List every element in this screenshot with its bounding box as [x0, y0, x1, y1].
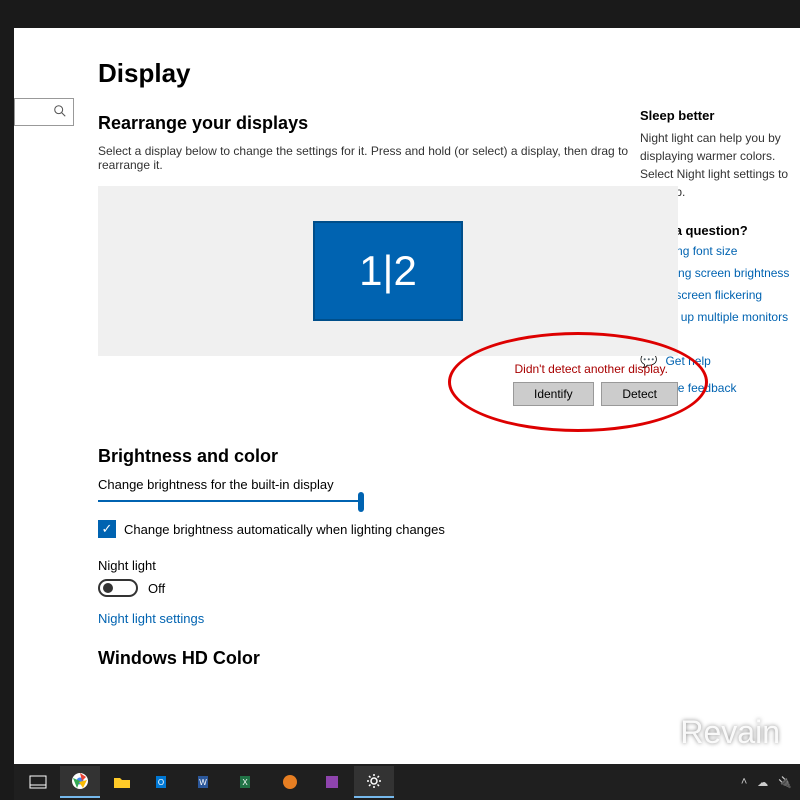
rearrange-heading: Rearrange your displays — [98, 113, 640, 134]
tray-cloud-icon[interactable]: ☁ — [757, 776, 768, 789]
search-input[interactable] — [14, 98, 74, 126]
brightness-slider[interactable] — [98, 500, 358, 502]
display-arrange-area[interactable]: 1|2 — [98, 186, 678, 356]
svg-text:X: X — [242, 778, 248, 787]
taskbar-app-2[interactable] — [312, 766, 352, 798]
brightness-heading: Brightness and color — [98, 446, 640, 467]
night-light-toggle[interactable] — [98, 579, 138, 597]
taskbar[interactable]: O W X ˄ ☁ 🔌 — [14, 764, 800, 800]
svg-text:W: W — [199, 778, 207, 787]
taskbar-app-1[interactable] — [270, 766, 310, 798]
brightness-label: Change brightness for the built-in displ… — [98, 477, 640, 492]
taskbar-settings[interactable] — [354, 766, 394, 798]
search-icon — [53, 104, 67, 118]
detect-error-message: Didn't detect another display. — [98, 362, 668, 376]
night-light-settings-link[interactable]: Night light settings — [98, 611, 640, 626]
taskbar-outlook[interactable]: O — [144, 766, 184, 798]
tray-power-icon[interactable]: 🔌 — [778, 776, 792, 789]
taskbar-word[interactable]: W — [186, 766, 226, 798]
page-title: Display — [98, 58, 640, 89]
identify-button[interactable]: Identify — [513, 382, 594, 406]
monitor-tile[interactable]: 1|2 — [313, 221, 463, 321]
monitor-label: 1|2 — [359, 247, 417, 295]
rearrange-description: Select a display below to change the set… — [98, 144, 640, 172]
taskbar-chrome[interactable] — [60, 766, 100, 798]
detect-button[interactable]: Detect — [601, 382, 678, 406]
taskbar-excel[interactable]: X — [228, 766, 268, 798]
auto-brightness-checkbox[interactable]: ✓ — [98, 520, 116, 538]
hd-color-heading: Windows HD Color — [98, 648, 640, 669]
taskbar-explorer[interactable] — [102, 766, 142, 798]
auto-brightness-label: Change brightness automatically when lig… — [124, 522, 445, 537]
task-view-button[interactable] — [18, 766, 58, 798]
sleep-better-heading: Sleep better — [640, 108, 800, 123]
night-light-label: Night light — [98, 558, 640, 573]
tray-chevron-icon[interactable]: ˄ — [741, 776, 747, 788]
night-light-state: Off — [148, 581, 165, 596]
svg-text:O: O — [158, 778, 164, 787]
slider-thumb[interactable] — [358, 492, 364, 512]
gear-icon — [366, 773, 382, 789]
system-tray[interactable]: ˄ ☁ 🔌 — [741, 776, 792, 789]
